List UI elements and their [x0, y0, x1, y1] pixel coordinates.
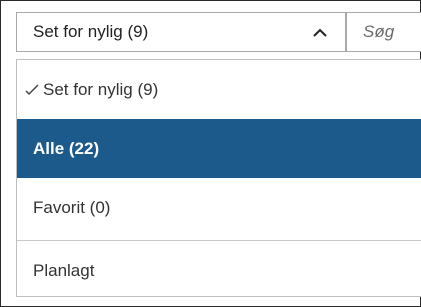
option-favorite[interactable]: Favorit (0) — [17, 178, 421, 237]
option-all[interactable]: Alle (22) — [17, 119, 421, 178]
checkmark-icon — [25, 83, 39, 96]
option-label: Alle (22) — [33, 138, 100, 158]
option-recently-viewed[interactable]: Set for nylig (9) — [17, 60, 421, 119]
search-placeholder: Søg — [363, 22, 395, 41]
option-planned[interactable]: Planlagt — [17, 241, 421, 300]
select-current-value: Set for nylig (9) — [33, 22, 149, 41]
option-label: Favorit (0) — [33, 197, 111, 217]
option-label: Planlagt — [33, 260, 95, 280]
option-label: Set for nylig (9) — [43, 79, 159, 99]
search-input[interactable]: Søg — [346, 12, 421, 52]
chevron-up-icon — [313, 25, 327, 39]
dropdown-list: Set for nylig (9) Alle (22) Favorit (0) … — [16, 59, 421, 297]
view-filter-select[interactable]: Set for nylig (9) — [16, 12, 346, 52]
